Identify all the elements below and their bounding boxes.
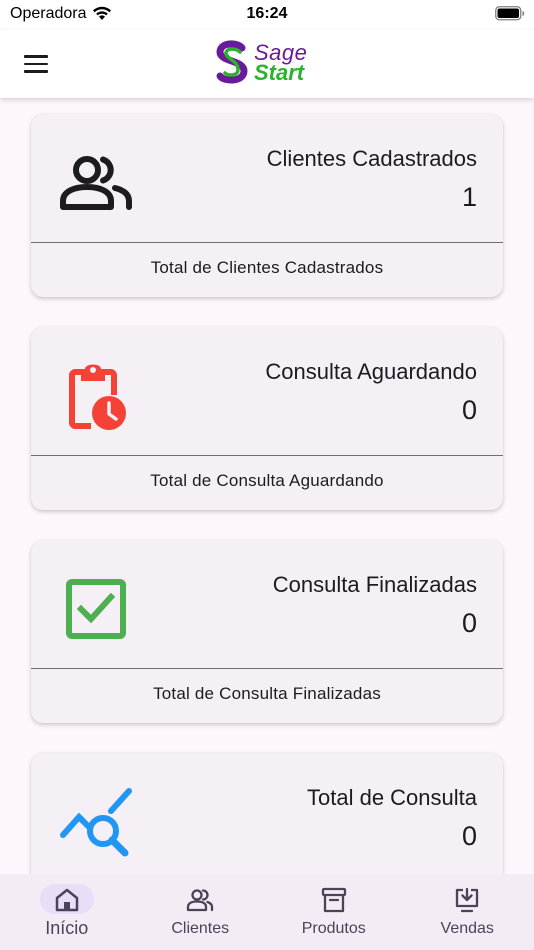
nav-item-clientes[interactable]: Clientes [134,874,268,950]
app-bar: Sage Start [0,30,534,98]
menu-button[interactable] [20,48,52,80]
card-value: 0 [461,395,477,425]
archive-icon [321,887,346,913]
card-consulta-finalizadas[interactable]: Consulta Finalizadas 0 Total de Consulta… [31,540,503,723]
menu-icon [24,55,48,58]
card-title: Consulta Finalizadas [272,572,477,597]
nav-label: Produtos [301,920,366,937]
download-desktop-icon [456,887,479,913]
card-footer: Total de Consulta Aguardando [150,471,384,490]
card-title: Total de Consulta [307,785,477,810]
clipboard-clock-icon [69,364,126,430]
nav-item-vendas[interactable]: Vendas [401,874,534,950]
nav-item-produtos[interactable]: Produtos [267,874,401,950]
checkbox-checked-icon [66,579,126,639]
card-footer: Total de Clientes Cadastrados [150,258,384,277]
card-divider [31,455,503,456]
app-logo: Sage Start [214,40,324,86]
card-total-de-consulta[interactable]: Total de Consulta 0 [31,753,503,874]
card-footer: Total de Consulta Finalizadas [153,684,381,703]
card-clientes-cadastrados[interactable]: Clientes Cadastrados 1 Total de Clientes… [31,114,503,297]
people-icon [187,889,214,912]
people-icon [60,156,132,210]
status-bar: Operadora 16:24 [0,0,534,30]
card-value: 0 [461,821,477,851]
trend-search-icon [60,788,132,857]
card-title: Consulta Aguardando [265,359,477,384]
battery-icon [495,6,525,21]
card-divider [31,242,503,243]
card-divider [31,668,503,669]
logo-mark-icon [216,40,248,84]
dashboard-content[interactable]: Clientes Cadastrados 1 Total de Clientes… [0,98,534,874]
logo-text-start: Start [254,60,305,85]
card-consulta-aguardando[interactable]: Consulta Aguardando 0 Total de Consulta … [31,327,503,510]
nav-label: Vendas [440,920,494,937]
card-title: Clientes Cadastrados [266,146,477,171]
home-icon [55,888,78,912]
nav-label: Clientes [171,920,230,937]
bottom-navigation: Início Clientes Produtos Vendas [0,874,534,950]
card-value: 1 [461,182,477,212]
card-value: 0 [461,608,477,638]
nav-label: Início [45,918,89,938]
nav-item-inicio[interactable]: Início [0,874,134,950]
status-time: 16:24 [246,5,288,22]
